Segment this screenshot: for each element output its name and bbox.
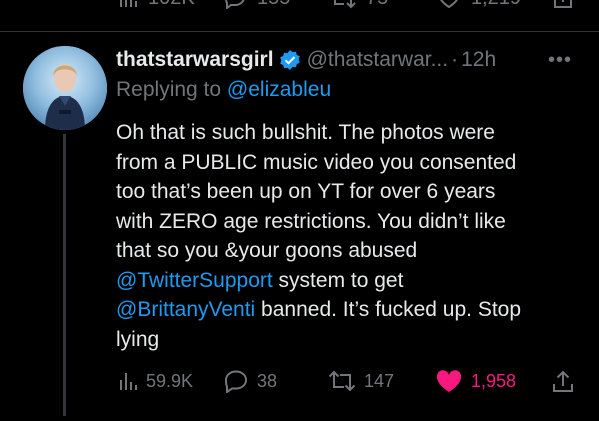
previous-retweets-count: 75 (366, 0, 388, 10)
tweet-text-line: that so you &your goons abused (116, 239, 418, 262)
tweet-text-line: too that’s been up on YT for over 6 year… (116, 180, 496, 203)
retweet-button[interactable]: 147 (328, 369, 394, 393)
reply-button[interactable]: 38 (223, 369, 277, 393)
separator: · (451, 48, 459, 71)
tweet-text-fragment: system to get (272, 268, 404, 292)
tweet-text-line: from a PUBLIC music video you consented (116, 150, 517, 174)
replying-to-label: Replying to (116, 78, 222, 101)
previous-replies[interactable]: 155 (223, 0, 290, 10)
thread-line (63, 134, 66, 416)
previous-tweet-actions: 102K 155 75 1,219 (0, 0, 599, 10)
tweet-divider (0, 31, 599, 32)
tweet-text-fragment: banned. It’s fucked up. Stop (255, 298, 522, 321)
previous-likes-count: 1,219 (471, 0, 521, 10)
user-handle[interactable]: @thatstarwar... (307, 48, 449, 72)
share-button[interactable] (552, 369, 574, 393)
replying-to: Replying to @elizableu (116, 76, 586, 104)
views-count: 59.9K (146, 370, 194, 391)
like-count: 1,958 (471, 370, 517, 391)
timestamp[interactable]: 12h (461, 48, 496, 72)
share-icon (553, 370, 573, 392)
previous-share[interactable] (552, 0, 574, 9)
tweet-header: thatstarwarsgirl @thatstarwar... · 12h (116, 44, 586, 76)
previous-likes[interactable]: 1,219 (437, 0, 521, 10)
replying-to-handle-link[interactable]: @elizableu (227, 78, 331, 101)
previous-views[interactable]: 102K (118, 0, 195, 10)
tweet-text: Oh that is such bullshit. The photos wer… (116, 118, 586, 354)
mention-twittersupport-link[interactable]: @TwitterSupport (116, 269, 273, 292)
avatar[interactable] (23, 46, 107, 130)
retweet-count: 147 (364, 370, 395, 391)
like-button[interactable]: 1,958 (435, 369, 516, 393)
avatar-portrait-icon (23, 46, 107, 130)
retweet-icon (334, 0, 356, 9)
like-icon (436, 370, 462, 392)
retweet-icon (328, 370, 356, 392)
like-icon (440, 0, 458, 9)
verified-badge-icon[interactable] (279, 49, 301, 71)
tweet-text-line: with ZERO age restrictions. You didn’t l… (116, 209, 506, 233)
views-button[interactable]: 59.9K (118, 370, 193, 392)
tweet: thatstarwarsgirl @thatstarwar... · 12h •… (116, 44, 586, 354)
reply-count: 38 (257, 370, 278, 391)
previous-views-count: 102K (148, 0, 195, 10)
reply-icon (224, 370, 248, 393)
previous-retweets[interactable]: 75 (330, 0, 388, 10)
tweet-text-line: Oh that is such bullshit. The photos wer… (116, 121, 495, 144)
share-icon (554, 0, 572, 8)
views-icon (120, 373, 137, 390)
reply-icon (225, 0, 245, 9)
previous-replies-count: 155 (257, 0, 290, 10)
tweet-text-line: @BrittanyVenti banned. It’s fucked up. S… (116, 295, 586, 325)
views-icon (120, 0, 137, 7)
display-name[interactable]: thatstarwarsgirl (116, 48, 274, 72)
mention-brittanyventi-link[interactable]: @BrittanyVenti (116, 298, 255, 321)
tweet-text-line: @TwitterSupport system to get (116, 266, 586, 296)
tweet-text-line: lying (116, 327, 160, 351)
tweet-actions: 59.9K 38 147 1,958 (116, 366, 586, 396)
more-icon[interactable]: ••• (548, 49, 572, 72)
